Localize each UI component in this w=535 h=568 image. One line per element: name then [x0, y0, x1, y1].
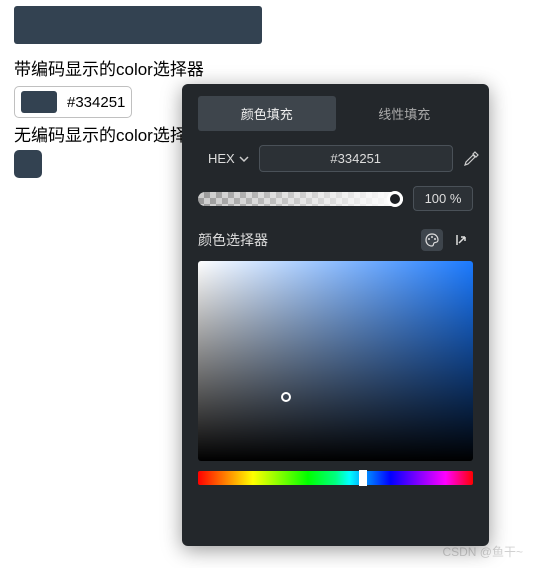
hue-slider[interactable]	[198, 471, 473, 485]
label-without-code: 无编码显示的color选择器	[14, 121, 204, 146]
label-with-code: 带编码显示的color选择器	[14, 55, 204, 80]
watermark-text: CSDN @鱼干~	[442, 543, 523, 560]
color-input-with-code[interactable]: #334251	[14, 86, 132, 118]
palette-icon[interactable]	[421, 229, 443, 251]
opacity-value[interactable]: 100 %	[413, 186, 473, 211]
tab-solid-fill[interactable]: 颜色填充	[198, 96, 336, 131]
sv-cursor[interactable]	[281, 392, 291, 402]
opacity-slider[interactable]	[198, 192, 403, 206]
eyedropper-icon[interactable]	[463, 151, 479, 167]
hue-thumb[interactable]	[359, 470, 367, 486]
format-selector[interactable]: HEX	[208, 151, 249, 166]
saturation-value-map[interactable]	[198, 261, 473, 461]
color-input-no-code[interactable]	[14, 150, 42, 178]
color-chip	[21, 91, 57, 113]
tab-gradient-fill[interactable]: 线性填充	[336, 96, 474, 131]
selected-color-bar	[14, 6, 262, 44]
format-row: HEX	[198, 145, 473, 172]
color-code-text: #334251	[67, 94, 125, 111]
section-header-row: 颜色选择器	[198, 229, 473, 251]
hex-input[interactable]	[259, 145, 453, 172]
format-label: HEX	[208, 151, 235, 166]
fill-type-tabs: 颜色填充 线性填充	[198, 96, 473, 131]
opacity-row: 100 %	[198, 186, 473, 211]
collapse-icon[interactable]	[451, 229, 473, 251]
color-picker-popover: 颜色填充 线性填充 HEX 100 % 颜色选择器	[182, 84, 489, 546]
chevron-down-icon	[239, 154, 249, 164]
opacity-thumb[interactable]	[387, 191, 403, 207]
section-title: 颜色选择器	[198, 230, 268, 250]
